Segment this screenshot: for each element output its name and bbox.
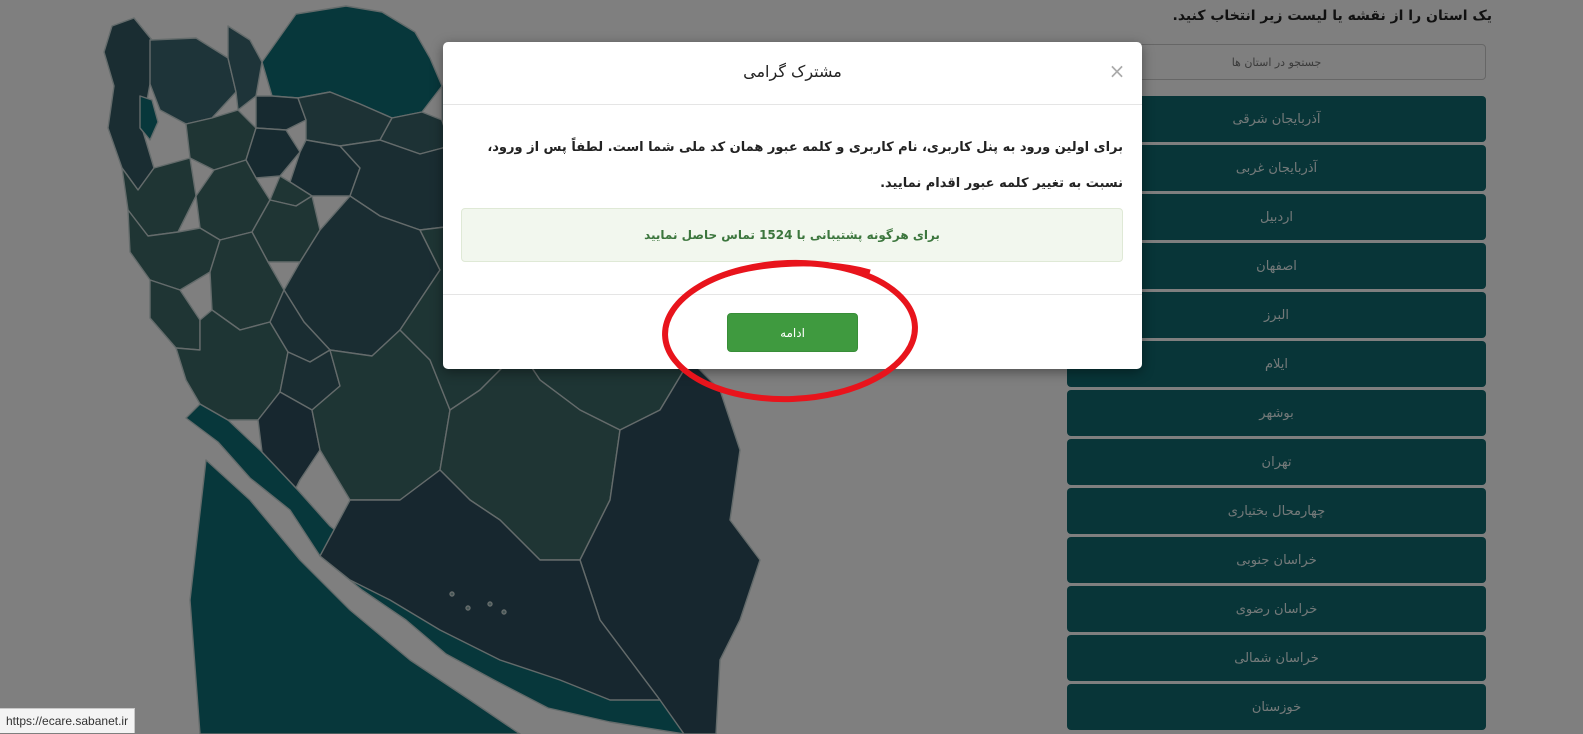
continue-button[interactable]: ادامه [727, 313, 858, 352]
status-url: https://ecare.sabanet.ir [0, 708, 136, 733]
modal-message: برای اولین ورود به پنل کاربری، نام کاربر… [487, 140, 1123, 191]
modal-footer: ادامه [443, 294, 1142, 370]
modal-title: مشترک گرامی [743, 62, 842, 81]
close-icon[interactable]: × [1107, 60, 1127, 82]
page: یک استان را از نقشه یا لیست زیر انتخاب ک… [0, 0, 1583, 734]
notice-modal: مشترک گرامی × برای اولین ورود به پنل کار… [443, 42, 1142, 369]
modal-header: مشترک گرامی × [443, 42, 1142, 105]
support-alert: برای هرگونه پشتیبانی با 1524 تماس حاصل ن… [461, 208, 1123, 262]
